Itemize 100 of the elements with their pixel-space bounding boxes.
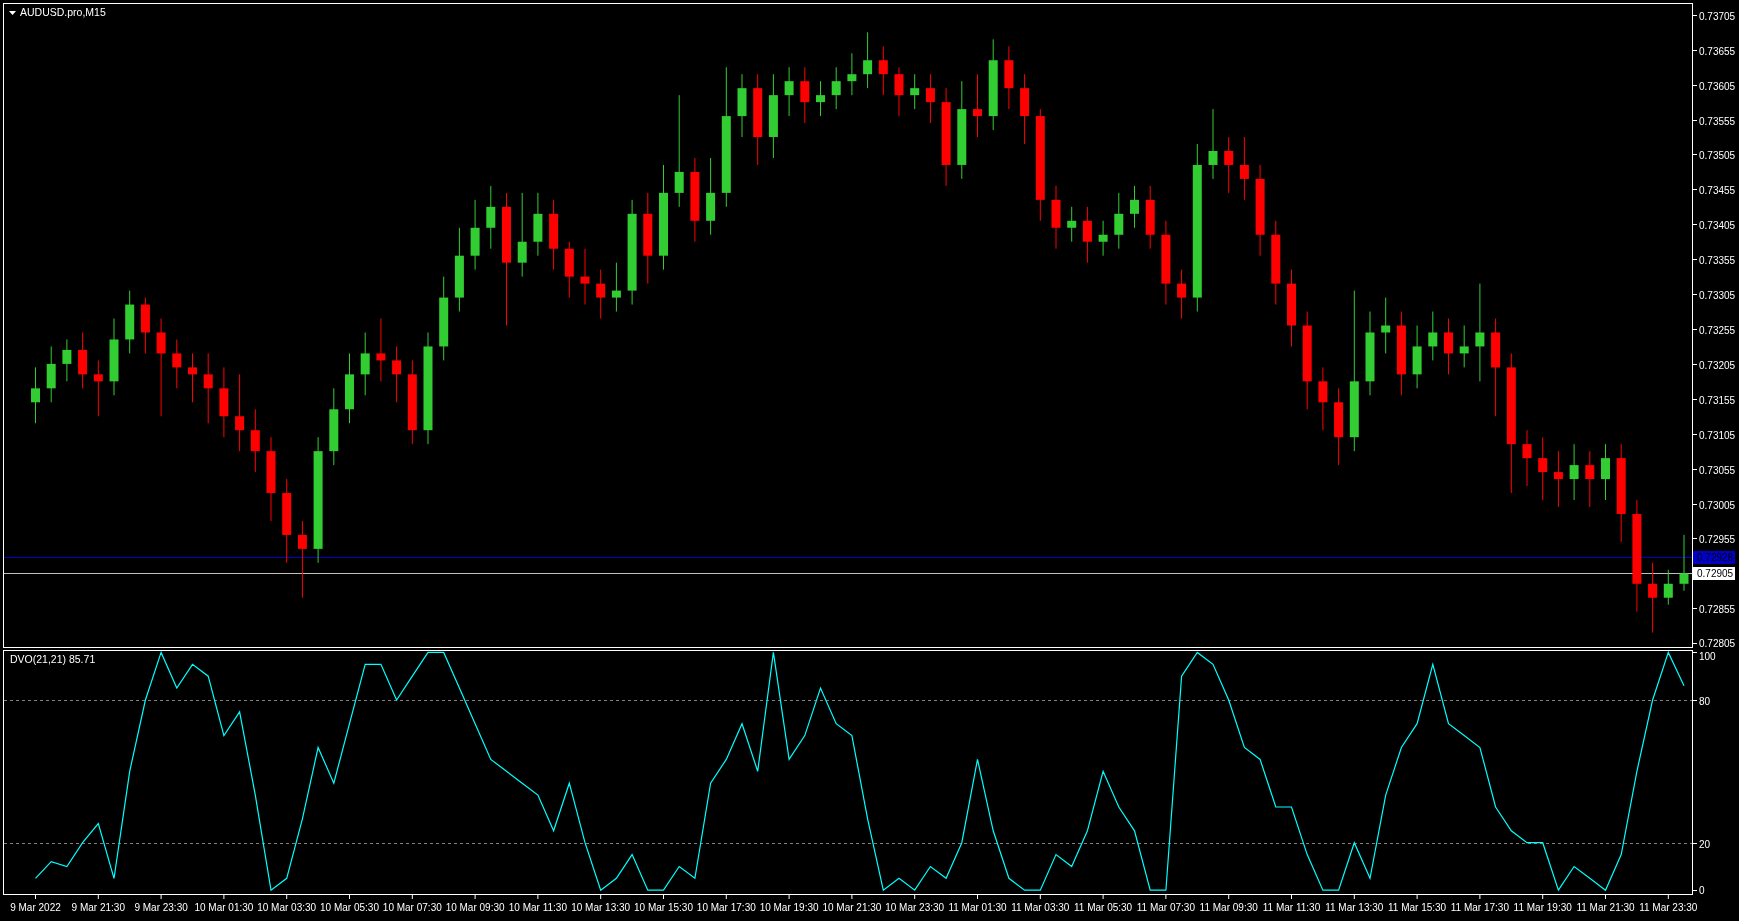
bearish-candle: [93, 359, 103, 417]
bullish-candle: [737, 73, 747, 138]
bearish-candle: [376, 318, 386, 382]
price-label: 0.73305: [1699, 289, 1736, 301]
price-tag: 0.72905: [1693, 567, 1735, 580]
bullish-candle: [62, 338, 72, 382]
time-label: 10 Mar 17:30: [696, 902, 756, 913]
ref-line-label: 0.72905: [1697, 568, 1734, 579]
price-label: 0.73205: [1699, 359, 1736, 371]
price-label: 0.73555: [1699, 115, 1736, 127]
bullish-candle: [1130, 185, 1139, 229]
dropdown-triangle-icon[interactable]: [9, 11, 16, 15]
price-label: 0.73255: [1699, 324, 1736, 336]
bearish-candle: [1648, 562, 1658, 634]
time-label: 11 Mar 13:30: [1325, 902, 1384, 913]
ref-line-label: 0.72928: [1697, 552, 1734, 563]
bullish-candle: [831, 66, 841, 110]
bearish-candle: [1538, 436, 1548, 501]
price-label: 0.73355: [1699, 254, 1736, 266]
bullish-candle: [1381, 297, 1391, 354]
bearish-candle: [203, 352, 213, 424]
time-label: 10 Mar 11:30: [508, 902, 567, 913]
bearish-candle: [78, 332, 88, 389]
time-label: 9 Mar 23:30: [134, 902, 188, 913]
time-label: 10 Mar 01:30: [194, 902, 254, 913]
time-label: 11 Mar 17:30: [1450, 902, 1509, 913]
price-tag: 0.72928: [1693, 551, 1735, 564]
level-label: 0: [1699, 885, 1705, 895]
bearish-candle: [1051, 185, 1061, 250]
time-label: 11 Mar 19:30: [1513, 902, 1572, 913]
bearish-candle: [219, 366, 229, 438]
bearish-candle: [1239, 136, 1249, 201]
bullish-candle: [1601, 443, 1610, 501]
time-label: 10 Mar 23:30: [885, 902, 945, 913]
bearish-candle: [1444, 318, 1453, 375]
bearish-candle: [1082, 206, 1092, 264]
bearish-candle: [878, 45, 888, 96]
price-label: 0.73055: [1699, 464, 1736, 476]
bullish-candle: [1459, 325, 1469, 368]
bullish-candle: [486, 185, 496, 250]
time-label: 10 Mar 03:30: [257, 902, 317, 913]
time-label: 11 Mar 05:30: [1074, 902, 1133, 913]
bullish-candle: [784, 66, 794, 117]
level-label: 100: [1699, 651, 1716, 662]
bullish-candle: [1067, 206, 1077, 243]
bullish-candle: [1208, 108, 1218, 180]
time-label: 9 Mar 2022: [10, 902, 61, 913]
bullish-candle: [1679, 534, 1689, 592]
bearish-candle: [1585, 450, 1595, 508]
time-label: 10 Mar 07:30: [382, 902, 442, 913]
price-label: 0.72855: [1699, 603, 1736, 615]
bearish-candle: [250, 408, 260, 473]
price-label: 0.73655: [1699, 45, 1736, 57]
indicator-label: DVO(21,21) 85.71: [10, 653, 96, 665]
price-label: 0.73455: [1699, 184, 1736, 196]
level-label: 80: [1699, 695, 1711, 707]
bearish-candle: [564, 241, 574, 299]
time-label: 11 Mar 03:30: [1011, 902, 1070, 913]
bullish-candle: [863, 31, 873, 89]
bearish-candle: [1553, 450, 1563, 508]
price-label: 0.73105: [1699, 429, 1736, 441]
price-label: 0.73605: [1699, 80, 1736, 92]
time-label: 11 Mar 11:30: [1262, 902, 1321, 913]
bearish-candle: [973, 73, 982, 138]
chart-title: AUDUSD.pro,M15: [20, 6, 106, 18]
bullish-candle: [46, 345, 56, 403]
bearish-candle: [1318, 366, 1328, 431]
bullish-candle: [470, 199, 480, 271]
bearish-candle: [1224, 136, 1234, 194]
time-label: 11 Mar 21:30: [1576, 902, 1635, 913]
time-label: 11 Mar 15:30: [1388, 902, 1447, 913]
price-label: 0.73155: [1699, 394, 1736, 406]
price-label: 0.73705: [1699, 10, 1736, 22]
level-label: 20: [1699, 838, 1711, 850]
price-label: 0.73405: [1699, 219, 1736, 231]
bullish-candle: [847, 52, 857, 96]
price-label: 0.72805: [1699, 638, 1736, 648]
bearish-candle: [549, 199, 559, 271]
bearish-candle: [925, 73, 935, 124]
bullish-candle: [910, 73, 920, 110]
bearish-candle: [392, 345, 402, 403]
time-label: 9 Mar 21:30: [71, 902, 125, 913]
bearish-candle: [1522, 429, 1532, 487]
bullish-candle: [360, 332, 370, 396]
bearish-candle: [596, 269, 606, 319]
bearish-candle: [800, 66, 810, 124]
bullish-candle: [31, 366, 40, 424]
time-label: 10 Mar 15:30: [634, 902, 693, 913]
bullish-candle: [345, 352, 354, 424]
bullish-candle: [125, 290, 135, 354]
time-label: 11 Mar 01:30: [948, 902, 1007, 913]
bearish-candle: [1020, 73, 1030, 145]
time-label: 10 Mar 19:30: [759, 902, 819, 913]
time-label: 11 Mar 09:30: [1199, 902, 1258, 913]
price-label: 0.72955: [1699, 533, 1736, 545]
bullish-candle: [1663, 569, 1673, 606]
bullish-candle: [1428, 311, 1438, 361]
bearish-candle: [580, 248, 590, 306]
bullish-candle: [816, 80, 825, 117]
time-label: 10 Mar 13:30: [571, 902, 631, 913]
